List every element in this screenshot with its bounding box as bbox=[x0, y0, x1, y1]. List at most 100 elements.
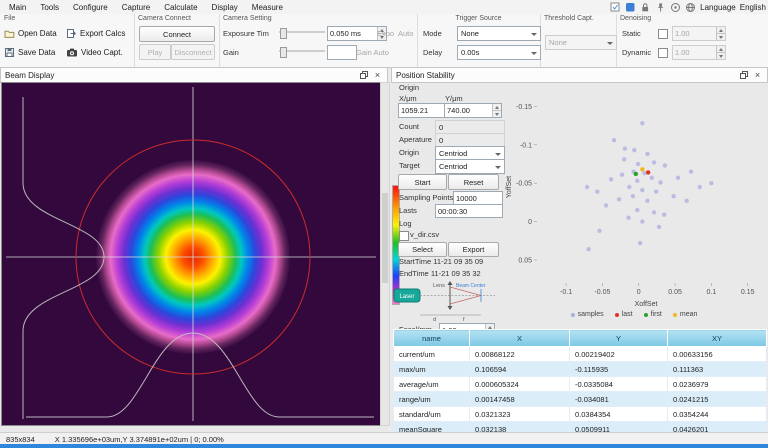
pin-icon[interactable] bbox=[655, 2, 666, 13]
open-data-button[interactable]: Open Data bbox=[4, 26, 57, 41]
gain-slider-thumb[interactable] bbox=[280, 47, 287, 58]
close-panel-icon[interactable]: × bbox=[752, 70, 763, 81]
y-tick-label: 0 bbox=[528, 219, 532, 226]
save-icon bbox=[4, 47, 15, 58]
chevron-down-icon bbox=[495, 166, 501, 172]
menu-item-display[interactable]: Display bbox=[205, 3, 245, 12]
scatter-point-samples bbox=[622, 157, 626, 161]
dynamic-spinner[interactable] bbox=[716, 46, 725, 59]
camera-connect-section: Camera Connect Connect Play Disconnect bbox=[134, 14, 220, 67]
exposure-slider-thumb[interactable] bbox=[280, 28, 287, 39]
csv-checkbox-label: v_dir.csv bbox=[410, 230, 439, 239]
dynamic-value-input[interactable]: 1.00 bbox=[672, 45, 726, 60]
start-time-text: StartTime 11-21 09 35 09 bbox=[399, 257, 483, 266]
stat-value-cell: 0.106594 bbox=[470, 362, 570, 377]
column-header[interactable]: Y bbox=[570, 330, 668, 347]
position-stability-panel: Position Stability × Origin X/μm Y/μm 10… bbox=[391, 67, 768, 432]
checkbox-icon[interactable] bbox=[610, 2, 621, 13]
scatter-point-samples bbox=[595, 189, 599, 193]
scatter-point-samples bbox=[652, 210, 656, 214]
legend-item-last: last bbox=[615, 311, 633, 318]
start-button[interactable]: Start bbox=[398, 174, 447, 190]
float-panel-icon[interactable] bbox=[358, 70, 369, 81]
export-calcs-button[interactable]: Export Calcs bbox=[66, 26, 125, 41]
column-header[interactable]: name bbox=[394, 330, 470, 347]
stat-name-cell: average/um bbox=[394, 377, 470, 392]
menu-item-measure[interactable]: Measure bbox=[245, 3, 290, 12]
beam-vertical-scrollbar[interactable] bbox=[380, 82, 390, 426]
column-header[interactable]: X bbox=[470, 330, 570, 347]
exposure-slider[interactable] bbox=[279, 27, 325, 37]
select-button[interactable]: Select bbox=[398, 242, 447, 257]
disconnect-button[interactable]: Disconnect bbox=[171, 44, 215, 60]
f-label: f bbox=[463, 317, 465, 322]
lock-icon[interactable] bbox=[640, 2, 651, 13]
menu-item-tools[interactable]: Tools bbox=[33, 3, 66, 12]
scrollbar-thumb[interactable] bbox=[382, 193, 388, 283]
scatter-point-samples bbox=[645, 152, 649, 156]
menu-item-main[interactable]: Main bbox=[2, 3, 33, 12]
globe-icon[interactable] bbox=[685, 2, 696, 13]
stat-value-cell: -0.115935 bbox=[570, 362, 668, 377]
export-button[interactable]: Export bbox=[448, 242, 499, 257]
scatter-point-samples bbox=[617, 197, 621, 201]
origin-y-input[interactable]: 740.00 bbox=[444, 103, 502, 118]
menu-item-capture[interactable]: Capture bbox=[115, 3, 157, 12]
language-selector[interactable]: English bbox=[740, 3, 766, 12]
play-button[interactable]: Play bbox=[139, 44, 171, 60]
info-icon[interactable] bbox=[670, 2, 681, 13]
delay-dropdown[interactable]: 0.00s bbox=[457, 45, 541, 60]
sampling-points-input[interactable]: 10000 bbox=[453, 191, 503, 205]
scatter-point-samples bbox=[709, 181, 713, 185]
lasts-input[interactable]: 00:00:30 bbox=[435, 204, 503, 218]
dynamic-checkbox[interactable] bbox=[658, 48, 668, 58]
menu-item-calculate[interactable]: Calculate bbox=[157, 3, 204, 12]
open-data-label: Open Data bbox=[18, 29, 57, 38]
trigger-source-label: Trigger Source bbox=[417, 15, 540, 22]
gain-slider[interactable] bbox=[279, 46, 325, 56]
scatter-point-samples bbox=[609, 177, 613, 181]
file-section-label: File bbox=[4, 15, 15, 22]
csv-checkbox[interactable] bbox=[399, 231, 409, 241]
scatter-point-samples bbox=[676, 176, 680, 180]
x-tick-label: -0.1 bbox=[560, 289, 572, 296]
threshold-dropdown[interactable]: None bbox=[545, 35, 617, 50]
scatter-point-samples bbox=[652, 160, 656, 164]
origin-mode-label: Origin bbox=[399, 148, 419, 157]
connect-button[interactable]: Connect bbox=[139, 26, 215, 42]
scatter-legend: sampleslastfirstmean bbox=[503, 311, 765, 318]
static-spinner[interactable] bbox=[716, 27, 725, 40]
expo-button[interactable]: Expo bbox=[377, 29, 394, 38]
stat-value-cell: 0.00633156 bbox=[668, 347, 767, 362]
scatter-point-samples bbox=[663, 163, 667, 167]
scatter-point-samples bbox=[635, 179, 639, 183]
target-mode-label: Target bbox=[399, 161, 420, 170]
origin-y-spinner[interactable] bbox=[492, 104, 501, 117]
scatter-point-samples bbox=[632, 148, 636, 152]
gain-value-input[interactable] bbox=[327, 45, 357, 60]
close-panel-icon[interactable]: × bbox=[372, 70, 383, 81]
expo-auto-button[interactable]: Auto bbox=[398, 29, 413, 38]
legend-dot bbox=[673, 313, 677, 317]
legend-item-samples: samples bbox=[571, 311, 604, 318]
gain-auto-button[interactable]: Gain Auto bbox=[356, 48, 389, 57]
target-mode-dropdown[interactable]: Centriod bbox=[435, 159, 505, 174]
reset-button[interactable]: Reset bbox=[448, 174, 499, 190]
lens-label: Lens bbox=[433, 283, 445, 289]
mode-dropdown[interactable]: None bbox=[457, 26, 541, 41]
chevron-down-icon bbox=[531, 52, 537, 58]
table-row: range/um0.00147458-0.0340810.0241215 bbox=[394, 392, 767, 407]
column-header[interactable]: XY bbox=[668, 330, 767, 347]
denoising-section: Denoising Static 1.00 Dynamic 1.00 bbox=[616, 14, 768, 67]
float-panel-icon[interactable] bbox=[738, 70, 749, 81]
save-data-button[interactable]: Save Data bbox=[4, 45, 55, 60]
menu-item-configure[interactable]: Configure bbox=[66, 3, 115, 12]
legend-item-first: first bbox=[644, 311, 662, 318]
static-value-input[interactable]: 1.00 bbox=[672, 26, 726, 41]
video-capture-button[interactable]: Video Capt. bbox=[66, 45, 123, 60]
beam-image-canvas[interactable] bbox=[1, 82, 381, 426]
x-tick-label: 0.05 bbox=[668, 289, 682, 296]
stat-value-cell: 0.0241215 bbox=[668, 392, 767, 407]
static-checkbox[interactable] bbox=[658, 29, 668, 39]
apps-icon[interactable] bbox=[625, 2, 636, 13]
